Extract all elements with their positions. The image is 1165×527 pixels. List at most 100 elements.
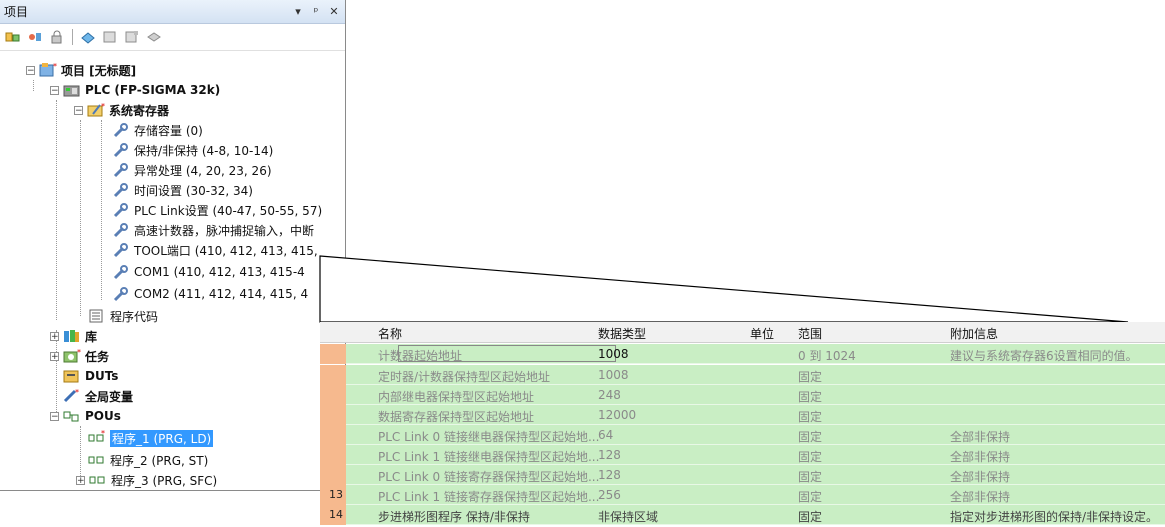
tree-node-program-code[interactable]: 程序代码 — [88, 306, 158, 326]
tree-node-label: 保持/非保持 (4-8, 10-14) — [134, 143, 274, 158]
wrench-icon — [112, 202, 130, 218]
compile-icon[interactable] — [79, 28, 97, 46]
collapse-icon[interactable]: − — [50, 85, 59, 95]
row-cells: 数据寄存器保持型区起始地址 12000 固定 — [346, 405, 1165, 425]
tree-node-sysreg-item[interactable]: COM1 (410, 412, 413, 415-4 — [112, 262, 305, 282]
tree-node-global-vars[interactable]: * 全局变量 — [63, 386, 133, 406]
program-code-icon — [88, 308, 106, 324]
tree-node-pous[interactable]: − POUs — [50, 406, 121, 426]
header-name[interactable]: 名称 — [378, 325, 402, 342]
tree-node-system-registers[interactable]: − * 系统寄存器 — [74, 100, 169, 120]
tree-expand-icon[interactable] — [4, 28, 22, 46]
tree-node-sysreg-item[interactable]: PLC Link设置 (40-47, 50-55, 57) — [112, 200, 322, 220]
tree-line — [80, 120, 81, 316]
row-cells: 步进梯形图程序 保持/非保持 非保持区域 固定 指定对步进梯形图的保持/非保持设… — [346, 505, 1165, 525]
tree-node-sysreg-item[interactable]: COM2 (411, 412, 414, 415, 4 — [112, 284, 308, 304]
table-row[interactable]: 定时器/计数器保持型区起始地址 1008 固定 — [320, 365, 1165, 385]
svg-text:*: * — [53, 62, 57, 71]
tree-node-sysreg-item[interactable]: TOOL端口 (410, 412, 413, 415, — [112, 240, 318, 260]
wrench-icon — [112, 122, 130, 138]
header-info[interactable]: 附加信息 — [950, 325, 998, 342]
wrench-icon — [112, 182, 130, 198]
panel-title: 项目 — [4, 5, 29, 19]
table-row[interactable]: PLC Link 0 链接继电器保持型区起始地... 64 固定 全部非保持 — [320, 425, 1165, 445]
svg-text:*: * — [101, 430, 105, 438]
collapse-icon[interactable]: − — [74, 105, 83, 115]
table-row[interactable]: PLC Link 1 链接继电器保持型区起始地... 128 固定 全部非保持 — [320, 445, 1165, 465]
pous-icon — [63, 408, 81, 424]
pin-icon[interactable]: ᵖ — [309, 5, 323, 18]
tree-node-label: 存储容量 (0) — [134, 123, 203, 138]
pou-icon — [89, 472, 107, 488]
expand-icon[interactable]: + — [50, 331, 59, 341]
table-row[interactable]: 内部继电器保持型区起始地址 248 固定 — [320, 385, 1165, 405]
pou-icon: * — [88, 430, 106, 446]
table-row[interactable]: PLC Link 0 链接寄存器保持型区起始地... 128 固定 全部非保持 — [320, 465, 1165, 485]
tree-lock-icon[interactable] — [48, 28, 66, 46]
callout-wedge — [319, 255, 1129, 323]
toolbar-separator — [72, 29, 73, 45]
tree-node-sysreg-item[interactable]: 存储容量 (0) — [112, 120, 203, 140]
tree-node-project[interactable]: − * 项目 [无标题] — [26, 60, 136, 80]
table-row[interactable]: 13 PLC Link 1 链接寄存器保持型区起始地... 256 固定 全部非… — [320, 485, 1165, 505]
expand-icon[interactable]: + — [50, 351, 59, 361]
tree-node-label: 库 — [85, 329, 98, 344]
cell-info: 全部非保持 — [950, 450, 1011, 464]
cell-range: 固定 — [798, 490, 823, 504]
tree-line — [56, 100, 57, 320]
duts-icon — [63, 368, 81, 384]
expand-icon[interactable]: + — [76, 475, 85, 485]
dropdown-icon[interactable]: ▾ — [291, 5, 305, 18]
close-icon[interactable]: ✕ — [327, 5, 341, 18]
tree-node-label: 时间设置 (30-32, 34) — [134, 183, 253, 198]
tasks-icon: * — [63, 348, 81, 364]
tree-node-label: DUTs — [85, 369, 119, 383]
book-icon[interactable] — [101, 28, 119, 46]
cell-info: 全部非保持 — [950, 430, 1011, 444]
tree-node-sysreg-item[interactable]: 时间设置 (30-32, 34) — [112, 180, 253, 200]
tree-node-plc[interactable]: − PLC (FP-SIGMA 32k) — [50, 80, 220, 100]
global-vars-icon: * — [63, 388, 81, 404]
tree-node-label: PLC (FP-SIGMA 32k) — [85, 83, 221, 97]
cell-info: 建议与系统寄存器6设置相同的值。 — [950, 349, 1138, 363]
row-number — [320, 405, 346, 425]
tree-node-label: 项目 [无标题] — [61, 63, 137, 78]
cell-type: 128 — [598, 468, 621, 482]
cell-range: 固定 — [798, 470, 823, 484]
tree-node-library[interactable]: + 库 — [50, 326, 97, 346]
tree-node-pou-item[interactable]: + 程序_3 (PRG, SFC) — [76, 470, 217, 490]
tree-node-duts[interactable]: DUTs — [63, 366, 118, 386]
tree-node-label: COM2 (411, 412, 414, 415, 4 — [134, 287, 309, 301]
tree-node-label-selected: 程序_1 (PRG, LD) — [110, 429, 214, 447]
cell-name: 数据寄存器保持型区起始地址 — [378, 410, 535, 424]
header-type[interactable]: 数据类型 — [598, 325, 646, 342]
disk-icon[interactable] — [145, 28, 163, 46]
tree-node-label: 高速计数器，脉冲捕捉输入，中断 — [134, 223, 315, 238]
cell-type: 1008 — [598, 368, 629, 382]
tree-node-sysreg-item[interactable]: 高速计数器，脉冲捕捉输入，中断 — [112, 220, 314, 240]
header-range[interactable]: 范围 — [798, 325, 822, 342]
table-row[interactable]: 14 步进梯形图程序 保持/非保持 非保持区域 固定 指定对步进梯形图的保持/非… — [320, 505, 1165, 525]
tree-node-label: 程序_3 (PRG, SFC) — [111, 473, 218, 488]
tree-node-sysreg-item[interactable]: 保持/非保持 (4-8, 10-14) — [112, 140, 273, 160]
table-row[interactable]: 数据寄存器保持型区起始地址 12000 固定 — [320, 405, 1165, 425]
row-cells: 计数器起始地址 1008 0 到 1024 建议与系统寄存器6设置相同的值。 — [346, 344, 1165, 364]
table-row[interactable]: 计数器起始地址 1008 0 到 1024 建议与系统寄存器6设置相同的值。 — [320, 344, 1165, 364]
wrench-icon — [112, 142, 130, 158]
wrench-icon — [112, 242, 130, 258]
collapse-icon[interactable]: − — [26, 65, 35, 75]
tree-node-pou-item[interactable]: * 程序_1 (PRG, LD) — [88, 428, 214, 448]
library-icon — [63, 328, 81, 344]
tree-filter-icon[interactable] — [26, 28, 44, 46]
tree-node-pou-item[interactable]: 程序_2 (PRG, ST) — [88, 450, 208, 470]
header-unit[interactable]: 单位 — [750, 325, 774, 342]
tree-node-sysreg-item[interactable]: 异常处理 (4, 20, 23, 26) — [112, 160, 272, 180]
book-edit-icon[interactable] — [123, 28, 141, 46]
row-number — [320, 445, 346, 465]
tree-node-label: 全局变量 — [85, 389, 134, 404]
tree-node-tasks[interactable]: + * 任务 — [50, 346, 109, 366]
panel-toolbar — [0, 24, 345, 51]
cell-type: 1008 — [598, 347, 629, 361]
cell-info: 全部非保持 — [950, 470, 1011, 484]
collapse-icon[interactable]: − — [50, 411, 59, 421]
